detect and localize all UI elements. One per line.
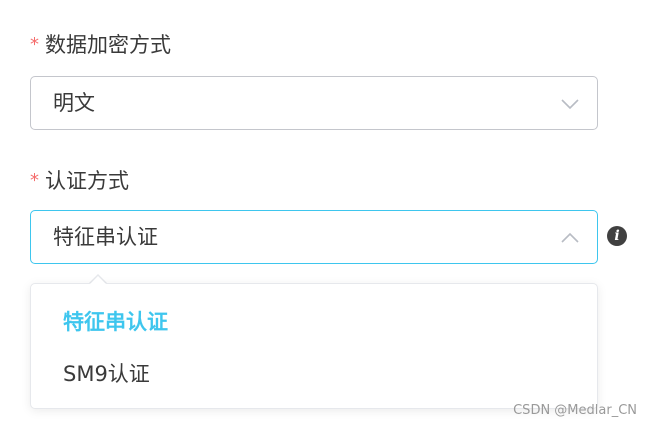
auth-select-value: 特征串认证 [53,225,158,249]
required-mark: * [30,170,39,191]
auth-dropdown-menu: 特征串认证 SM9认证 [30,283,598,409]
dropdown-arrow-inner [90,276,106,284]
auth-select[interactable]: 特征串认证 [30,210,598,264]
watermark: CSDN @Medlar_CN [513,403,637,418]
chevron-down-icon [561,99,579,110]
encryption-label-text: 数据加密方式 [45,33,171,57]
auth-label: * 认证方式 [30,169,129,193]
dropdown-option-feature-string[interactable]: 特征串认证 [31,299,597,345]
encryption-select[interactable]: 明文 [30,76,598,130]
encryption-label: * 数据加密方式 [30,33,171,57]
auth-label-text: 认证方式 [45,169,129,193]
dropdown-option-sm9[interactable]: SM9认证 [31,351,597,397]
info-icon[interactable]: i [607,226,627,246]
required-mark: * [30,34,39,55]
encryption-select-value: 明文 [53,91,95,115]
form-page: * 数据加密方式 明文 * 认证方式 特征串认证 i 特征串认证 SM9认证 CSD… [0,0,651,428]
chevron-up-icon [561,232,579,243]
